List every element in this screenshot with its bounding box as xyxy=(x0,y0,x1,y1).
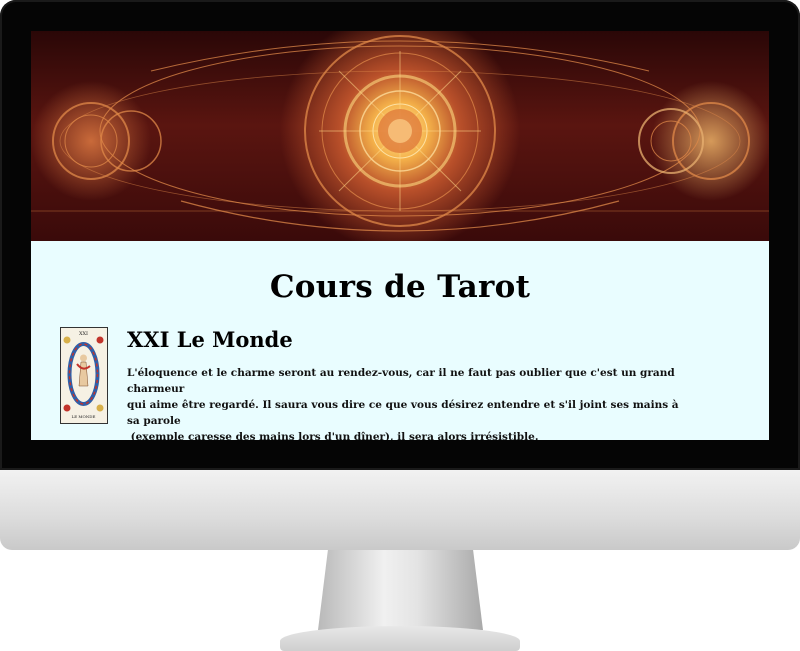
card-description: L'éloquence et le charme seront au rende… xyxy=(127,365,687,440)
description-line: (exemple caresse des mains lors d'un dîn… xyxy=(127,431,539,440)
card-bottom-label: LE MONDE xyxy=(72,414,96,419)
card-top-label: XXI xyxy=(79,331,88,337)
page-title: Cours de Tarot xyxy=(269,269,531,305)
monitor-base xyxy=(280,626,520,651)
screen: Cours de Tarot XXI LE MONDE XXI Le Monde… xyxy=(31,31,769,440)
monitor-chin xyxy=(0,470,800,550)
card-heading: XXI Le Monde xyxy=(127,327,293,352)
hero-banner xyxy=(31,31,769,241)
description-line: qui aime être regardé. Il saura vous dir… xyxy=(127,399,679,427)
tarot-card-le-monde-icon: XXI LE MONDE xyxy=(62,329,105,421)
monitor-stand xyxy=(318,550,483,630)
tarot-card-image[interactable]: XXI LE MONDE xyxy=(60,327,108,424)
mandala-banner-icon xyxy=(31,35,769,232)
content-area: Cours de Tarot XXI LE MONDE XXI Le Monde… xyxy=(31,241,769,440)
description-line: L'éloquence et le charme seront au rende… xyxy=(127,367,675,395)
